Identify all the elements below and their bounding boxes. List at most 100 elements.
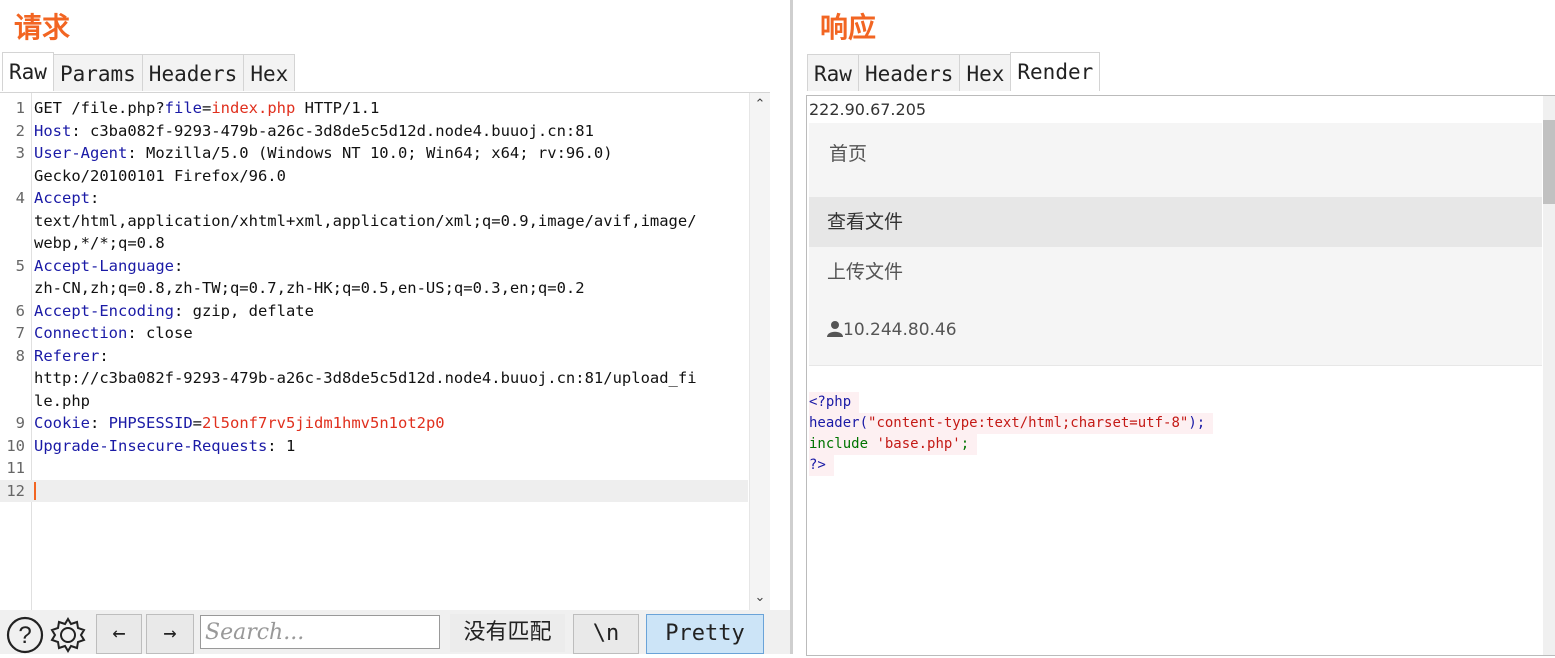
line-number bbox=[0, 390, 34, 413]
code-text: webp,*/*;q=0.8 bbox=[34, 234, 165, 252]
code-line[interactable]: le.php bbox=[0, 390, 748, 413]
code-line[interactable]: http://c3ba082f-9293-479b-a26c-3d8de5c5d… bbox=[0, 367, 748, 390]
header-name: Cookie bbox=[34, 414, 90, 432]
code-line[interactable]: 2 Host: c3ba082f-9293-479b-a26c-3d8de5c5d… bbox=[0, 120, 748, 143]
match-status: 没有匹配 bbox=[450, 614, 565, 652]
line-text: Accept: bbox=[34, 187, 99, 210]
line-number bbox=[0, 277, 34, 300]
response-tab-raw[interactable]: Raw bbox=[807, 54, 859, 91]
code-text: : gzip, deflate bbox=[173, 301, 314, 320]
code-line[interactable]: 5 Accept-Language: bbox=[0, 255, 748, 278]
render-scrollbar[interactable] bbox=[1543, 96, 1555, 655]
line-number: 9 bbox=[15, 414, 25, 432]
php-token: 'base.php' bbox=[876, 436, 961, 452]
code-text: = bbox=[192, 414, 203, 432]
request-editor[interactable]: 1 GET /file.php?file=index.php HTTP/1.1 2 H… bbox=[0, 92, 770, 611]
nav-item-user[interactable]: 10.244.80.46 bbox=[809, 305, 1542, 355]
code-text: HTTP/1.1 bbox=[295, 99, 380, 117]
param-value: index.php bbox=[211, 99, 296, 117]
line-number bbox=[0, 232, 34, 255]
code-text: = bbox=[201, 99, 212, 117]
forward-button[interactable]: → bbox=[146, 614, 194, 654]
code-line[interactable]: 8 Referer: bbox=[0, 345, 748, 368]
line-text: http://c3ba082f-9293-479b-a26c-3d8de5c5d… bbox=[34, 367, 697, 390]
header-name: Referer bbox=[34, 346, 100, 365]
code-text: : bbox=[173, 256, 184, 275]
code-line[interactable]: 9 Cookie: PHPSESSID=2l5onf7rv5jidm1hmv5n1… bbox=[0, 412, 748, 435]
code-line[interactable]: text/html,application/xhtml+xml,applicat… bbox=[0, 210, 748, 233]
line-number: 6 bbox=[15, 301, 25, 320]
response-title: 响应 bbox=[820, 11, 877, 44]
php-token: ; bbox=[960, 436, 970, 452]
request-code[interactable]: 1 GET /file.php?file=index.php HTTP/1.1 2 H… bbox=[0, 97, 748, 502]
code-text: : 1 bbox=[267, 436, 296, 455]
line-text: webp,*/*;q=0.8 bbox=[34, 232, 165, 255]
header-name: PHPSESSID bbox=[108, 414, 193, 432]
response-tab-headers[interactable]: Headers bbox=[857, 54, 961, 91]
code-line[interactable]: zh-CN,zh;q=0.8,zh-TW;q=0.7,zh-HK;q=0.5,e… bbox=[0, 277, 748, 300]
php-line: ?> bbox=[809, 455, 834, 476]
code-line[interactable]: 7 Connection: close bbox=[0, 322, 748, 345]
header-name: Accept-Language bbox=[34, 256, 174, 275]
back-button[interactable]: ← bbox=[96, 614, 142, 654]
help-button[interactable]: ? bbox=[6, 616, 44, 654]
response-tab-hex[interactable]: Hex bbox=[959, 54, 1012, 91]
newline-toggle-button[interactable]: \n bbox=[573, 614, 639, 654]
question-circle-icon: ? bbox=[6, 616, 44, 654]
pane-divider[interactable] bbox=[790, 0, 793, 654]
line-text: Host: c3ba082f-9293-479b-a26c-3d8de5c5d1… bbox=[34, 120, 594, 143]
code-text: Gecko/20100101 Firefox/96.0 bbox=[34, 166, 286, 185]
code-line[interactable]: 10 Upgrade-Insecure-Requests: 1 bbox=[0, 435, 748, 458]
code-text: : c3ba082f-9293-479b-a26c-3d8de5c5d12d.n… bbox=[71, 121, 594, 140]
code-line[interactable]: 11 bbox=[0, 457, 748, 480]
code-line[interactable]: 4 Accept: bbox=[0, 187, 748, 210]
code-line[interactable]: 12 bbox=[0, 479, 748, 503]
request-tab-params[interactable]: Params bbox=[52, 54, 143, 91]
line-number: 8 bbox=[15, 346, 25, 365]
pretty-button[interactable]: Pretty bbox=[646, 614, 764, 654]
code-text: le.php bbox=[34, 391, 90, 410]
header-name: Accept-Encoding bbox=[34, 301, 174, 320]
code-text: http://c3ba082f-9293-479b-a26c-3d8de5c5d… bbox=[34, 369, 697, 387]
code-line[interactable]: 6 Accept-Encoding: gzip, deflate bbox=[0, 300, 748, 323]
code-line[interactable]: webp,*/*;q=0.8 bbox=[0, 232, 748, 255]
code-text: : Mozilla/5.0 (Windows NT 10.0; Win64; x… bbox=[127, 144, 613, 162]
nav-item-view-file[interactable]: 查看文件 bbox=[809, 197, 1542, 247]
line-number: 3 bbox=[15, 144, 25, 162]
code-text: text/html,application/xhtml+xml,applicat… bbox=[34, 211, 697, 230]
header-name: User-Agent bbox=[34, 144, 128, 162]
editor-scrollbar[interactable]: ⌃ ⌄ bbox=[749, 93, 770, 611]
code-line[interactable]: Gecko/20100101 Firefox/96.0 bbox=[0, 165, 748, 188]
code-line[interactable]: 3 User-Agent: Mozilla/5.0 (Windows NT 10.… bbox=[0, 142, 748, 165]
php-token: <?php bbox=[809, 394, 852, 410]
code-text: : bbox=[90, 189, 100, 207]
nav-item-home[interactable]: 首页 bbox=[809, 123, 1542, 195]
line-number: 12 bbox=[6, 481, 25, 500]
line-text: zh-CN,zh;q=0.8,zh-TW;q=0.7,zh-HK;q=0.5,e… bbox=[34, 277, 585, 300]
request-tab-raw[interactable]: Raw bbox=[2, 52, 54, 91]
line-number bbox=[0, 367, 34, 390]
nav-item-upload-file[interactable]: 上传文件 bbox=[809, 247, 1542, 297]
line-text: Cookie: PHPSESSID=2l5onf7rv5jidm1hmv5n1o… bbox=[34, 412, 445, 435]
client-ip: 222.90.67.205 bbox=[809, 100, 927, 119]
php-source: <?php header("content-type:text/html;char… bbox=[809, 392, 1214, 476]
line-number: 2 bbox=[15, 121, 25, 140]
request-tab-hex[interactable]: Hex bbox=[243, 54, 296, 91]
response-tab-render[interactable]: Render bbox=[1010, 52, 1101, 91]
code-line[interactable]: 1 GET /file.php?file=index.php HTTP/1.1 bbox=[0, 97, 748, 120]
gear-icon bbox=[50, 617, 86, 653]
settings-button[interactable] bbox=[48, 616, 88, 654]
line-number: 1 bbox=[15, 99, 25, 117]
search-input[interactable]: Search... bbox=[200, 615, 440, 649]
scroll-up-icon[interactable]: ⌃ bbox=[750, 97, 770, 112]
line-text: GET /file.php?file=index.php HTTP/1.1 bbox=[34, 97, 379, 120]
render-scroll-thumb[interactable] bbox=[1543, 120, 1555, 204]
render-view: 222.90.67.205 首页 查看文件 上传文件 10.244.80.46 … bbox=[806, 95, 1555, 656]
site-nav: 首页 查看文件 上传文件 10.244.80.46 bbox=[809, 123, 1542, 366]
text-caret bbox=[34, 482, 36, 500]
scroll-down-icon[interactable]: ⌄ bbox=[750, 590, 770, 605]
code-text: zh-CN,zh;q=0.8,zh-TW;q=0.7,zh-HK;q=0.5,e… bbox=[34, 279, 585, 297]
request-tab-headers[interactable]: Headers bbox=[141, 54, 245, 91]
php-line: header("content-type:text/html;charset=u… bbox=[809, 413, 1214, 434]
line-text bbox=[34, 480, 36, 503]
